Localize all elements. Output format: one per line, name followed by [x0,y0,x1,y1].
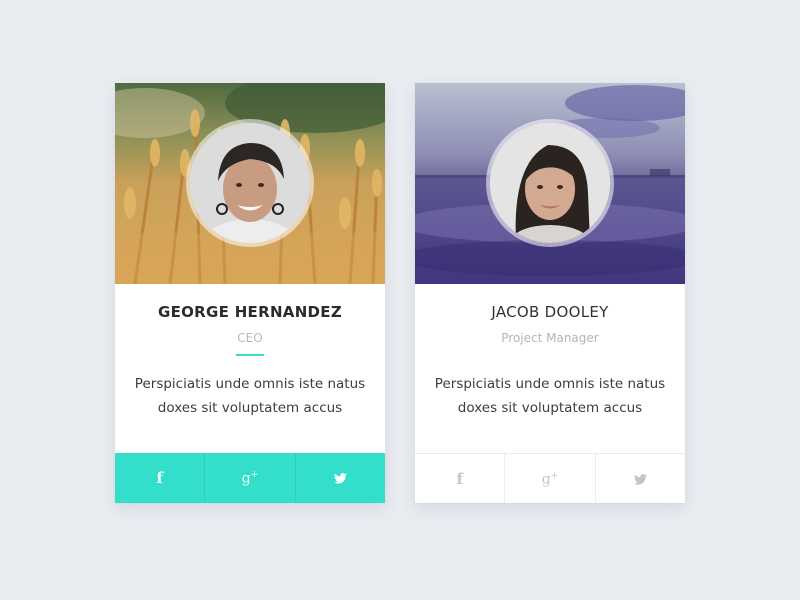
social-links: f g+ [415,453,685,503]
profile-card-george: GEORGE HERNANDEZ CEO Perspiciatis unde o… [115,83,385,503]
member-bio: Perspiciatis unde omnis iste natus doxes… [134,376,366,416]
twitter-icon [633,473,647,485]
twitter-button[interactable] [594,454,685,503]
member-name: GEORGE HERNANDEZ [157,303,343,321]
avatar-george [190,123,310,243]
google-plus-icon: g+ [241,469,259,487]
facebook-button[interactable]: f [415,454,504,503]
twitter-button[interactable] [294,453,385,503]
facebook-icon: f [456,470,463,488]
profile-card-jacob: JACOB DOOLEY Project Manager Perspiciati… [415,83,685,503]
member-name: JACOB DOOLEY [491,303,609,321]
facebook-button[interactable]: f [115,453,204,503]
google-plus-button[interactable]: g+ [204,453,294,503]
member-role: Project Manager [501,331,599,345]
twitter-icon [333,472,347,484]
facebook-icon: f [156,469,163,487]
role-underline-accent [236,354,264,356]
google-plus-button[interactable]: g+ [504,454,594,503]
avatar-jacob [490,123,610,243]
social-links: f g+ [115,453,385,503]
member-bio: Perspiciatis unde omnis iste natus doxes… [434,376,666,416]
member-role: CEO [237,331,263,345]
google-plus-icon: g+ [541,470,559,488]
